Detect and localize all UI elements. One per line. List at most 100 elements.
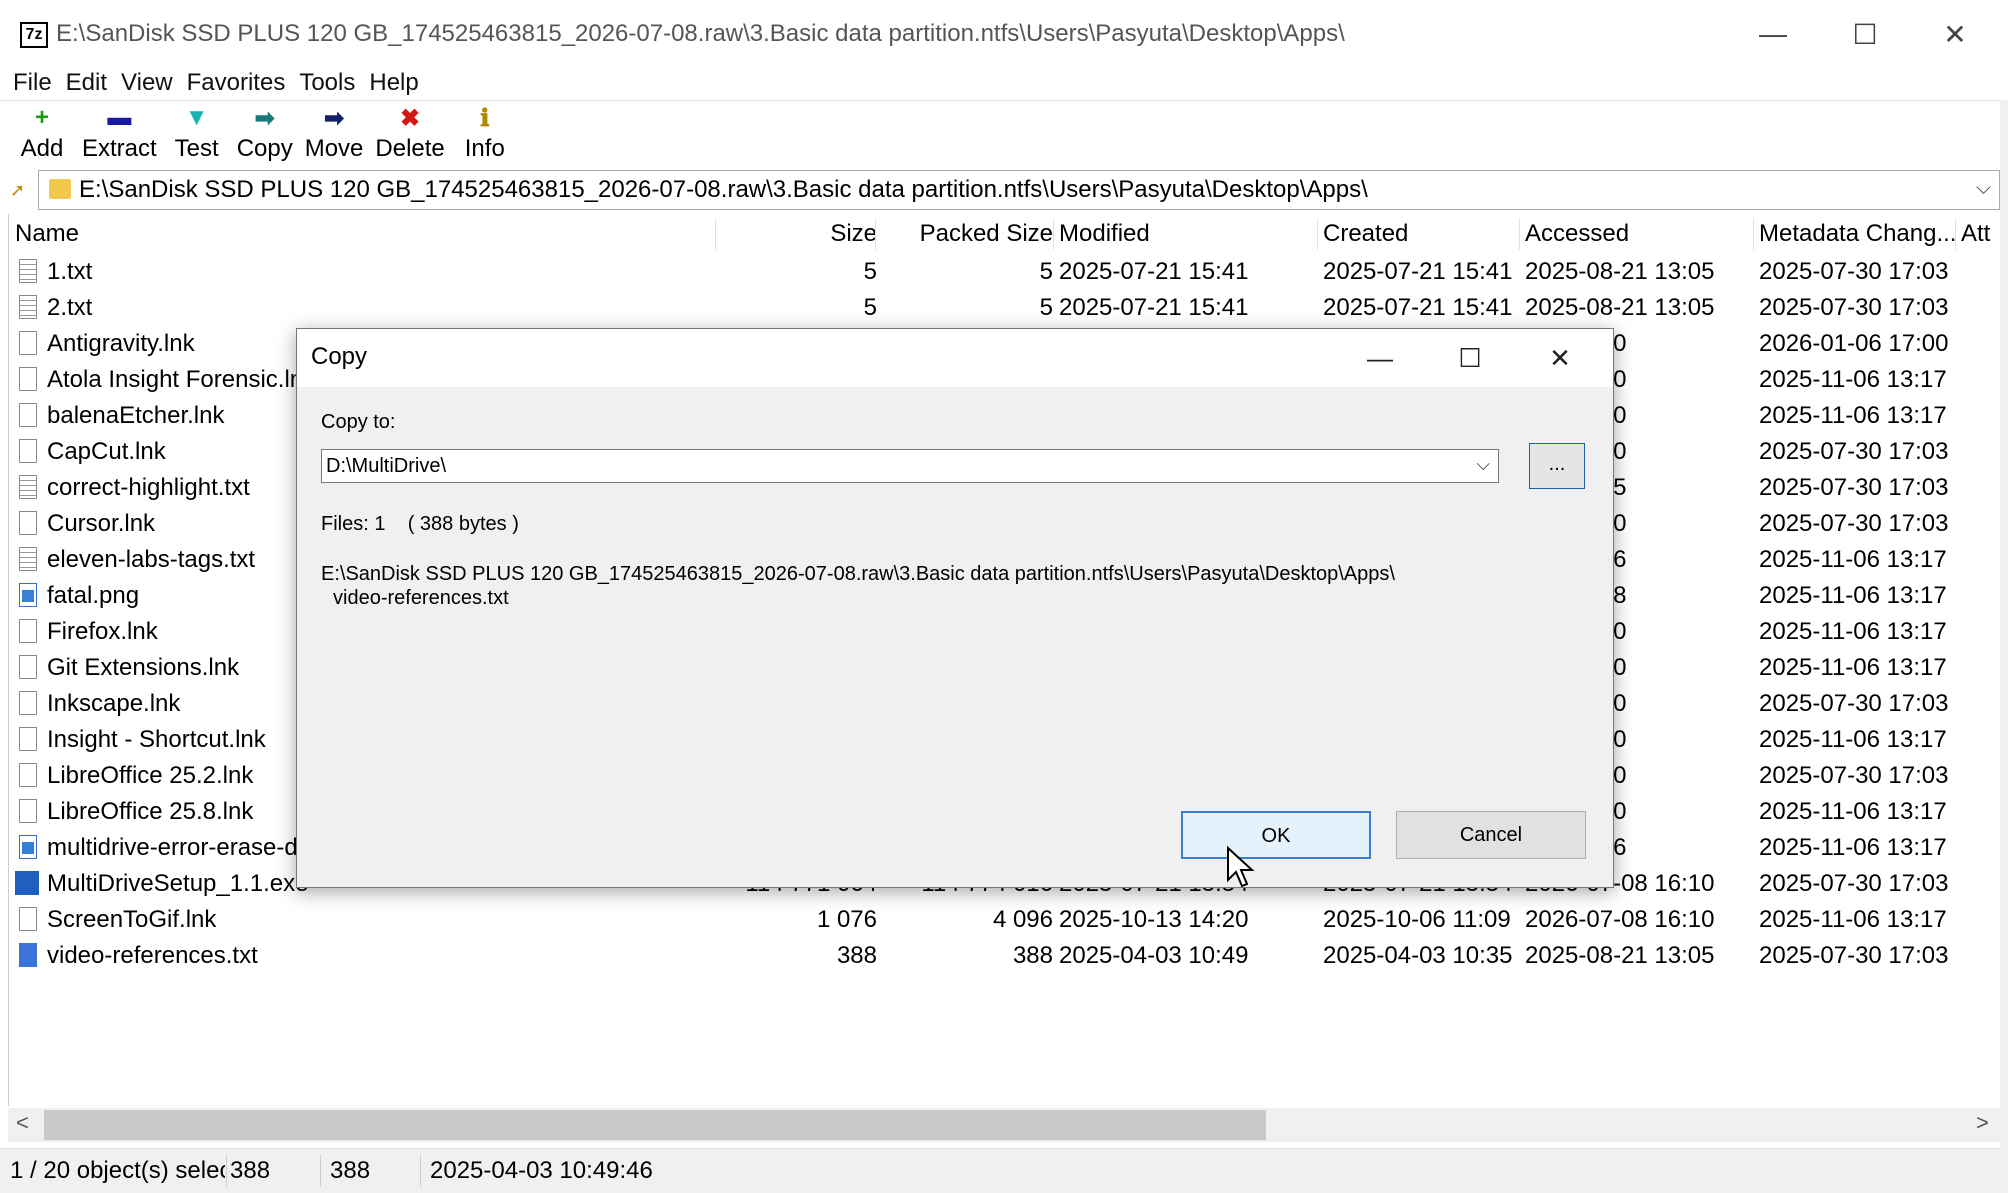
destination-combobox[interactable]: D:\MultiDrive\ ⌵ (321, 449, 1499, 483)
scrollbar-thumb[interactable] (44, 1110, 1266, 1140)
maximize-button[interactable]: ☐ (1820, 0, 1910, 68)
status-modified: 2025-04-03 10:49:46 (430, 1157, 653, 1184)
move-icon: ➡ (324, 104, 345, 132)
info-label: Info (464, 135, 505, 162)
status-divider (320, 1155, 321, 1187)
cell-metadata-changed: 2025-07-30 17:03 (1759, 258, 1949, 285)
up-folder-icon[interactable]: ➚ (10, 180, 25, 201)
status-packed: 388 (330, 1157, 371, 1184)
table-row[interactable]: 1.txt 5 5 2025-07-21 15:41 2025-07-21 15:41 2… (9, 254, 2001, 290)
cell-created: 2025-04-03 10:35 (1323, 942, 1513, 969)
scroll-right-icon[interactable]: > (1976, 1110, 1989, 1136)
test-label: Test (174, 135, 219, 162)
mouse-cursor-icon (1227, 846, 1255, 888)
cell-metadata-changed: 2025-11-06 13:17 (1759, 546, 1947, 573)
main-window: 7z E:\SanDisk SSD PLUS 120 GB_1745254638… (0, 0, 2008, 1193)
cell-accessed: 2025-08-21 13:05 (1525, 942, 1715, 969)
horizontal-scrollbar[interactable]: < > (8, 1108, 2000, 1142)
scroll-left-icon[interactable]: < (16, 1110, 29, 1136)
menu-bar: File Edit View Favorites Tools Help (0, 66, 426, 102)
address-bar[interactable]: E:\SanDisk SSD PLUS 120 GB_174525463815_… (38, 170, 2000, 210)
column-header-modified[interactable]: Modified (1059, 216, 1315, 252)
column-divider[interactable] (1519, 218, 1520, 250)
extract-label: Extract (82, 135, 157, 162)
ok-button[interactable]: OK (1181, 811, 1371, 859)
cell-modified: 2025-04-03 10:49 (1059, 942, 1249, 969)
column-divider[interactable] (1955, 218, 1956, 250)
dialog-minimize-button[interactable]: — (1335, 329, 1425, 387)
column-header-name[interactable]: Name (15, 216, 555, 252)
dialog-close-button[interactable]: ✕ (1515, 329, 1605, 387)
delete-button[interactable]: ✖ Delete (369, 102, 450, 170)
window-title: E:\SanDisk SSD PLUS 120 GB_174525463815_… (56, 20, 1345, 47)
column-header-size[interactable]: Size (729, 216, 877, 252)
cell-modified: 2025-10-13 14:20 (1059, 906, 1249, 933)
cell-metadata-changed: 2025-11-06 13:17 (1759, 618, 1947, 645)
cell-metadata-changed: 2025-07-30 17:03 (1759, 294, 1949, 321)
add-button[interactable]: + Add (8, 102, 76, 170)
cell-name: 2.txt (47, 294, 93, 321)
column-divider[interactable] (1317, 218, 1318, 250)
move-button[interactable]: ➡ Move (299, 102, 370, 170)
extract-button[interactable]: ▬ Extract (76, 102, 163, 170)
info-icon: ℹ (480, 104, 490, 132)
cell-metadata-changed: 2025-07-30 17:03 (1759, 474, 1949, 501)
extract-icon: ▬ (107, 104, 132, 131)
column-divider[interactable] (715, 218, 716, 250)
minimize-icon: — (1367, 342, 1393, 373)
shortcut-file-icon (19, 727, 37, 751)
table-row[interactable]: video-references.txt 388 388 2025-04-03 10:… (9, 938, 2001, 974)
chevron-down-icon[interactable]: ⌵ (1976, 177, 1991, 200)
address-path[interactable]: E:\SanDisk SSD PLUS 120 GB_174525463815_… (79, 176, 1368, 204)
cell-modified: 2025-07-21 15:41 (1059, 294, 1249, 321)
test-button[interactable]: ▼ Test (163, 102, 231, 170)
menu-tools[interactable]: Tools (292, 66, 362, 102)
column-header-packed-size[interactable]: Packed Size (885, 216, 1053, 252)
table-row[interactable]: ScreenToGif.lnk 1 076 4 096 2025-10-13 14:2… (9, 902, 2001, 938)
add-icon: + (34, 104, 49, 131)
cell-metadata-changed: 2026-01-06 17:00 (1759, 330, 1949, 357)
column-header-attributes[interactable]: Att (1961, 216, 2001, 252)
column-divider[interactable] (875, 218, 876, 250)
cancel-button[interactable]: Cancel (1396, 811, 1586, 859)
close-button[interactable]: ✕ (1910, 0, 2000, 68)
chevron-down-icon[interactable]: ⌵ (1476, 454, 1490, 475)
info-button[interactable]: ℹ Info (451, 102, 519, 170)
dialog-title: Copy (311, 343, 368, 370)
menu-favorites[interactable]: Favorites (180, 66, 293, 102)
cell-size: 1 076 (816, 906, 877, 933)
destination-value[interactable]: D:\MultiDrive\ (326, 455, 446, 478)
shortcut-file-icon (19, 691, 37, 715)
cell-metadata-changed: 2025-11-06 13:17 (1759, 366, 1947, 393)
add-label: Add (20, 135, 64, 162)
column-header-accessed[interactable]: Accessed (1525, 216, 1751, 252)
toolbar: + Add ▬ Extract ▼ Test ➡ Copy ➡ Move ✖ D… (8, 102, 519, 170)
minimize-button[interactable]: — (1728, 0, 1818, 68)
menu-help[interactable]: Help (362, 66, 425, 102)
menu-edit[interactable]: Edit (59, 66, 114, 102)
column-header-metadata-changed[interactable]: Metadata Chang... (1759, 216, 1955, 252)
menu-separator (0, 100, 2008, 101)
copy-button[interactable]: ➡ Copy (231, 102, 299, 170)
browse-button[interactable]: ... (1529, 443, 1585, 489)
dialog-maximize-button[interactable]: ☐ (1425, 329, 1515, 387)
column-header-created[interactable]: Created (1323, 216, 1519, 252)
folder-icon (49, 179, 71, 199)
column-divider[interactable] (1053, 218, 1054, 250)
cell-packed-size: 388 (1012, 942, 1053, 969)
shortcut-file-icon (19, 403, 37, 427)
table-row[interactable]: 2.txt 5 5 2025-07-21 15:41 2025-07-21 15:41 2… (9, 290, 2001, 326)
cell-metadata-changed: 2025-11-06 13:17 (1759, 906, 1947, 933)
column-divider[interactable] (1753, 218, 1754, 250)
app-7z-icon: 7z (20, 22, 48, 48)
shortcut-file-icon (19, 907, 37, 931)
shortcut-file-icon (19, 763, 37, 787)
shortcut-file-icon (19, 655, 37, 679)
menu-file[interactable]: File (0, 66, 59, 102)
cell-name: ScreenToGif.lnk (47, 906, 217, 933)
status-divider (420, 1155, 421, 1187)
maximize-icon: ☐ (1458, 342, 1482, 373)
cell-packed-size: 4 096 (992, 906, 1053, 933)
cell-size: 388 (836, 942, 877, 969)
menu-view[interactable]: View (114, 66, 180, 102)
